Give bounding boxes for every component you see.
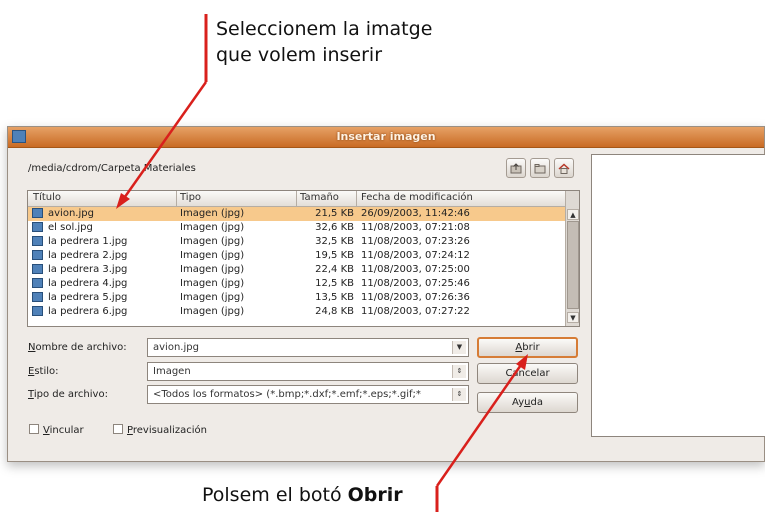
file-list-scrollbar[interactable]: ▲ ▼ <box>565 191 579 326</box>
column-title[interactable]: Título <box>33 192 61 203</box>
file-size: 19,5 KB <box>315 250 354 261</box>
new-folder-icon[interactable] <box>530 158 550 178</box>
filetype-label: Tipo de archivo: <box>28 389 108 400</box>
file-date: 11/08/2003, 07:23:26 <box>361 236 470 247</box>
annotation-top-line2: que volem inserir <box>216 44 383 66</box>
updown-icon[interactable]: ⇕ <box>452 365 466 378</box>
file-type: Imagen (jpg) <box>180 292 245 303</box>
column-size[interactable]: Tamaño <box>300 192 339 203</box>
file-type: Imagen (jpg) <box>180 208 245 219</box>
filename-label: Nombre de archivo: <box>28 342 127 353</box>
annotation-top: Seleccionem la imatge que volem inserir <box>216 16 536 68</box>
file-list-header: Título Tipo Tamaño Fecha de modificación <box>28 191 565 207</box>
file-row[interactable]: la pedrera 4.jpg Imagen (jpg) 12,5 KB 11/08… <box>28 277 565 291</box>
scroll-thumb[interactable] <box>567 221 579 309</box>
file-size: 12,5 KB <box>315 278 354 289</box>
filetype-value: <Todos los formatos> (*.bmp;*.dxf;*.emf;… <box>153 389 421 400</box>
file-date: 11/08/2003, 07:25:46 <box>361 278 470 289</box>
file-date: 11/08/2003, 07:21:08 <box>361 222 470 233</box>
link-checkbox-box[interactable] <box>29 424 39 434</box>
file-type: Imagen (jpg) <box>180 264 245 275</box>
image-file-icon <box>32 250 43 260</box>
file-date: 11/08/2003, 07:27:22 <box>361 306 470 317</box>
file-size: 24,8 KB <box>315 306 354 317</box>
column-type[interactable]: Tipo <box>180 192 201 203</box>
filename-value: avion.jpg <box>153 342 199 353</box>
file-row[interactable]: la pedrera 1.jpg Imagen (jpg) 32,5 KB 11/08… <box>28 235 565 249</box>
file-type: Imagen (jpg) <box>180 278 245 289</box>
image-file-icon <box>32 264 43 274</box>
filename-input[interactable]: avion.jpg ▼ <box>147 338 469 357</box>
image-file-icon <box>32 292 43 302</box>
file-size: 21,5 KB <box>315 208 354 219</box>
file-size: 22,4 KB <box>315 264 354 275</box>
cancel-button[interactable]: Cancelar <box>477 363 578 384</box>
file-date: 11/08/2003, 07:26:36 <box>361 292 470 303</box>
style-label: Estilo: <box>28 366 59 377</box>
file-name: el sol.jpg <box>48 222 93 233</box>
image-file-icon <box>32 222 43 232</box>
annotation-top-line1: Seleccionem la imatge <box>216 18 433 40</box>
window-title: Insertar imagen <box>336 130 436 143</box>
home-icon[interactable] <box>554 158 574 178</box>
scroll-down-icon[interactable]: ▼ <box>567 312 579 323</box>
column-date[interactable]: Fecha de modificación <box>361 192 473 203</box>
file-size: 13,5 KB <box>315 292 354 303</box>
file-name: la pedrera 4.jpg <box>48 278 128 289</box>
file-size: 32,6 KB <box>315 222 354 233</box>
file-row[interactable]: la pedrera 2.jpg Imagen (jpg) 19,5 KB 11/08… <box>28 249 565 263</box>
insert-image-dialog: Insertar imagen /media/cdrom/Carpeta Mat… <box>7 126 765 462</box>
file-name: la pedrera 2.jpg <box>48 250 128 261</box>
file-date: 11/08/2003, 07:24:12 <box>361 250 470 261</box>
file-row[interactable]: la pedrera 5.jpg Imagen (jpg) 13,5 KB 11/08… <box>28 291 565 305</box>
image-file-icon <box>32 306 43 316</box>
preview-checkbox[interactable]: Previsualización <box>113 424 207 436</box>
current-path: /media/cdrom/Carpeta Materiales <box>28 163 196 174</box>
file-name: la pedrera 1.jpg <box>48 236 128 247</box>
filetype-select[interactable]: <Todos los formatos> (*.bmp;*.dxf;*.emf;… <box>147 385 469 404</box>
file-date: 26/09/2003, 11:42:46 <box>361 208 470 219</box>
file-date: 11/08/2003, 07:25:00 <box>361 264 470 275</box>
open-button[interactable]: Abrir <box>477 337 578 358</box>
style-select[interactable]: Imagen ⇕ <box>147 362 469 381</box>
file-type: Imagen (jpg) <box>180 306 245 317</box>
file-name: avion.jpg <box>48 208 94 219</box>
style-value: Imagen <box>153 366 191 377</box>
scroll-up-icon[interactable]: ▲ <box>567 209 579 220</box>
link-checkbox[interactable]: Vincular <box>29 424 84 436</box>
image-file-icon <box>32 236 43 246</box>
file-size: 32,5 KB <box>315 236 354 247</box>
file-name: la pedrera 5.jpg <box>48 292 128 303</box>
file-row[interactable]: la pedrera 3.jpg Imagen (jpg) 22,4 KB 11/08… <box>28 263 565 277</box>
file-type: Imagen (jpg) <box>180 222 245 233</box>
file-name: la pedrera 6.jpg <box>48 306 128 317</box>
help-button[interactable]: Ayuda <box>477 392 578 413</box>
preview-checkbox-box[interactable] <box>113 424 123 434</box>
preview-pane <box>591 154 765 437</box>
file-type: Imagen (jpg) <box>180 250 245 261</box>
image-file-icon <box>32 278 43 288</box>
file-name: la pedrera 3.jpg <box>48 264 128 275</box>
file-row[interactable]: el sol.jpg Imagen (jpg) 32,6 KB 11/08/2003,… <box>28 221 565 235</box>
file-list[interactable]: Título Tipo Tamaño Fecha de modificación… <box>27 190 580 327</box>
annotation-bottom: Polsem el botó Obrir <box>202 482 403 508</box>
file-row[interactable]: avion.jpg Imagen (jpg) 21,5 KB 26/09/2003, … <box>28 207 565 221</box>
chevron-down-icon[interactable]: ▼ <box>452 341 466 354</box>
updown-icon[interactable]: ⇕ <box>452 388 466 401</box>
file-row[interactable]: la pedrera 6.jpg Imagen (jpg) 24,8 KB 11/08… <box>28 305 565 319</box>
annotation-bottom-bold: Obrir <box>347 484 403 506</box>
annotation-bottom-text: Polsem el botó <box>202 484 348 506</box>
up-folder-icon[interactable] <box>506 158 526 178</box>
file-type: Imagen (jpg) <box>180 236 245 247</box>
titlebar[interactable]: Insertar imagen <box>8 127 764 148</box>
image-file-icon <box>32 208 43 218</box>
